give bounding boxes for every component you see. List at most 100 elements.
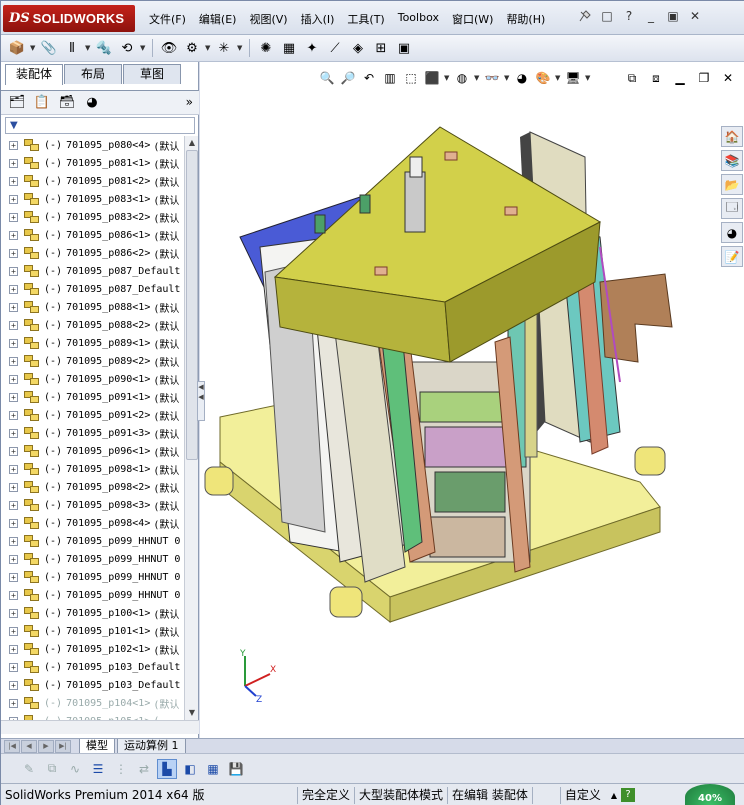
panel-collapse-handle[interactable]: ◀ ◀ — [197, 381, 205, 421]
property-manager-icon[interactable]: 📋 — [31, 93, 53, 113]
tree-item[interactable]: +(-)701095_p105<1>( — [1, 712, 184, 720]
expand-icon[interactable]: + — [9, 662, 18, 672]
split-view-icon[interactable]: ⧉ — [623, 69, 641, 87]
merge-icon[interactable]: ⇄ — [134, 759, 154, 779]
tangent-icon[interactable]: ∿ — [65, 759, 85, 779]
expand-icon[interactable]: + — [9, 644, 18, 654]
graphics-area[interactable]: 🔍 🔎 ↶ ▥ ⬚ ⬛ ▼ ◍ ▼ 👓 ▼ ◕ 🎨 ▼ 🖥 ▼ ⧉ ⧈ ▁ ❐ ✕ 🏠 📚… — [200, 62, 744, 738]
expand-icon[interactable]: + — [9, 536, 18, 546]
solidworks-logo[interactable]: DS SOLIDWORKS — [3, 5, 135, 32]
tree-item[interactable]: + (-) 701095_p099_HHNUT 0 — [1, 568, 184, 586]
feature-manager-icon[interactable]: 🗂 — [6, 93, 28, 113]
tree-item[interactable]: + (-) 701095_p100<1> (默认 — [1, 604, 184, 622]
expand-icon[interactable]: + — [9, 212, 18, 222]
menu-file[interactable]: 文件(F) — [149, 11, 186, 27]
tree-horizontal-scrollbar[interactable] — [1, 720, 199, 734]
tree-item[interactable]: + (-) 701095_p089<1> (默认 — [1, 334, 184, 352]
tree-item[interactable]: + (-) 701095_p087_Default — [1, 262, 184, 280]
file-explorer-icon[interactable]: 📂 — [721, 174, 743, 195]
new-motion-study-icon[interactable]: ✺ — [256, 38, 276, 58]
tree-item[interactable]: + (-) 701095_p098<3> (默认 — [1, 496, 184, 514]
chevron-down-icon[interactable]: ▼ — [444, 74, 450, 82]
chevron-down-icon[interactable]: ▼ — [504, 74, 510, 82]
tree-item[interactable]: + (-) 701095_p096<1> (默认 — [1, 442, 184, 460]
expand-icon[interactable]: + — [9, 518, 18, 528]
design-library-icon[interactable]: 📚 — [721, 150, 743, 171]
scroll-up-icon[interactable]: ▲ — [186, 137, 198, 149]
dotted-list-icon[interactable]: ⋮ — [111, 759, 131, 779]
minimize-button[interactable]: _ — [643, 9, 659, 23]
tree-item[interactable]: + (-) 701095_p101<1> (默认 — [1, 622, 184, 640]
menu-view[interactable]: 视图(V) — [249, 11, 287, 27]
tab-layout[interactable]: 布局 — [64, 64, 122, 84]
tree-item[interactable]: + (-) 701095_p083<2> (默认 — [1, 208, 184, 226]
tree-item[interactable]: + (-) 701095_p086<2> (默认 — [1, 244, 184, 262]
smart-fasteners-icon[interactable]: 🔩 — [94, 38, 114, 58]
first-tab-button[interactable]: |◀ — [4, 739, 20, 753]
reference-geometry-icon[interactable]: ✳ — [214, 38, 234, 58]
table-icon[interactable]: ▦ — [203, 759, 223, 779]
assembly-visualization-icon[interactable]: ▣ — [394, 38, 414, 58]
expand-icon[interactable]: + — [9, 194, 18, 204]
display-style-icon[interactable]: ◍ — [453, 69, 471, 87]
tree-vertical-scrollbar[interactable]: ▲ ▼ — [184, 136, 198, 720]
tree-item[interactable]: + (-) 701095_p103_Default — [1, 676, 184, 694]
tree-item[interactable]: + (-) 701095_p104<1> (默认 — [1, 694, 184, 712]
viewport-minimize-button[interactable]: ▁ — [671, 69, 689, 87]
last-tab-button[interactable]: ▶| — [55, 739, 71, 753]
menu-edit[interactable]: 编辑(E) — [199, 11, 237, 27]
menu-help[interactable]: 帮助(H) — [506, 11, 545, 27]
expand-icon[interactable]: + — [9, 590, 18, 600]
expand-icon[interactable]: + — [9, 356, 18, 366]
chevron-up-icon[interactable]: ▲ — [611, 791, 617, 800]
interference-detection-icon[interactable]: ◈ — [348, 38, 368, 58]
mate-icon[interactable]: 📎 — [39, 38, 59, 58]
tree-item[interactable]: + (-) 701095_p102<1> (默认 — [1, 640, 184, 658]
tab-sketch[interactable]: 草图 — [123, 64, 181, 84]
bill-of-materials-icon[interactable]: ▦ — [279, 38, 299, 58]
previous-view-icon[interactable]: ↶ — [360, 69, 378, 87]
linear-pattern-icon[interactable]: ⫴ — [62, 38, 82, 58]
copy-icon[interactable]: ⧉ — [42, 759, 62, 779]
expand-icon[interactable]: + — [9, 554, 18, 564]
expand-icon[interactable]: + — [9, 698, 18, 708]
chevron-down-icon[interactable]: ▼ — [474, 74, 480, 82]
tree-item[interactable]: + (-) 701095_p088<2> (默认 — [1, 316, 184, 334]
tree-item[interactable]: + (-) 701095_p080<4> (默认 — [1, 136, 184, 154]
close-button[interactable]: ✕ — [687, 9, 703, 23]
expand-icon[interactable]: + — [9, 500, 18, 510]
apply-scene-icon[interactable]: 🎨 — [534, 69, 552, 87]
move-component-icon[interactable]: ⟲ — [117, 38, 137, 58]
units-custom-selector[interactable]: 自定义 — [559, 786, 605, 804]
tree-item[interactable]: + (-) 701095_p081<1> (默认 — [1, 154, 184, 172]
tree-item[interactable]: + (-) 701095_p083<1> (默认 — [1, 190, 184, 208]
expand-icon[interactable]: + — [9, 626, 18, 636]
display-manager-icon[interactable]: ◕ — [81, 93, 103, 113]
expand-icon[interactable]: + — [9, 572, 18, 582]
expand-icon[interactable]: + — [9, 302, 18, 312]
chevron-down-icon[interactable]: ▼ — [237, 44, 243, 52]
tree-item[interactable]: + (-) 701095_p099_HHNUT 0 — [1, 532, 184, 550]
expand-icon[interactable]: + — [9, 140, 18, 150]
cube-icon[interactable]: ◧ — [180, 759, 200, 779]
menu-insert[interactable]: 插入(I) — [301, 11, 335, 27]
tree-item[interactable]: + (-) 701095_p099_HHNUT 0 — [1, 550, 184, 568]
custom-properties-icon[interactable]: 📝 — [721, 246, 743, 267]
expand-icon[interactable]: + — [9, 158, 18, 168]
expand-icon[interactable]: + — [9, 446, 18, 456]
chevron-right-icon[interactable]: » — [186, 95, 193, 109]
chevron-down-icon[interactable]: ▼ — [555, 74, 561, 82]
section-view-icon[interactable]: ▥ — [381, 69, 399, 87]
chevron-down-icon[interactable]: ▼ — [140, 44, 146, 52]
expand-icon[interactable]: + — [9, 338, 18, 348]
expand-icon[interactable]: + — [9, 374, 18, 384]
expand-icon[interactable]: + — [9, 482, 18, 492]
chevron-down-icon[interactable]: ▼ — [585, 74, 591, 82]
tree-item[interactable]: + (-) 701095_p103_Default — [1, 658, 184, 676]
restore-button[interactable]: ▣ — [665, 9, 681, 23]
expand-icon[interactable]: + — [9, 392, 18, 402]
expand-icon[interactable]: + — [9, 266, 18, 276]
tree-item[interactable]: + (-) 701095_p098<4> (默认 — [1, 514, 184, 532]
help-icon[interactable]: ? — [621, 9, 637, 23]
expand-icon[interactable]: + — [9, 284, 18, 294]
